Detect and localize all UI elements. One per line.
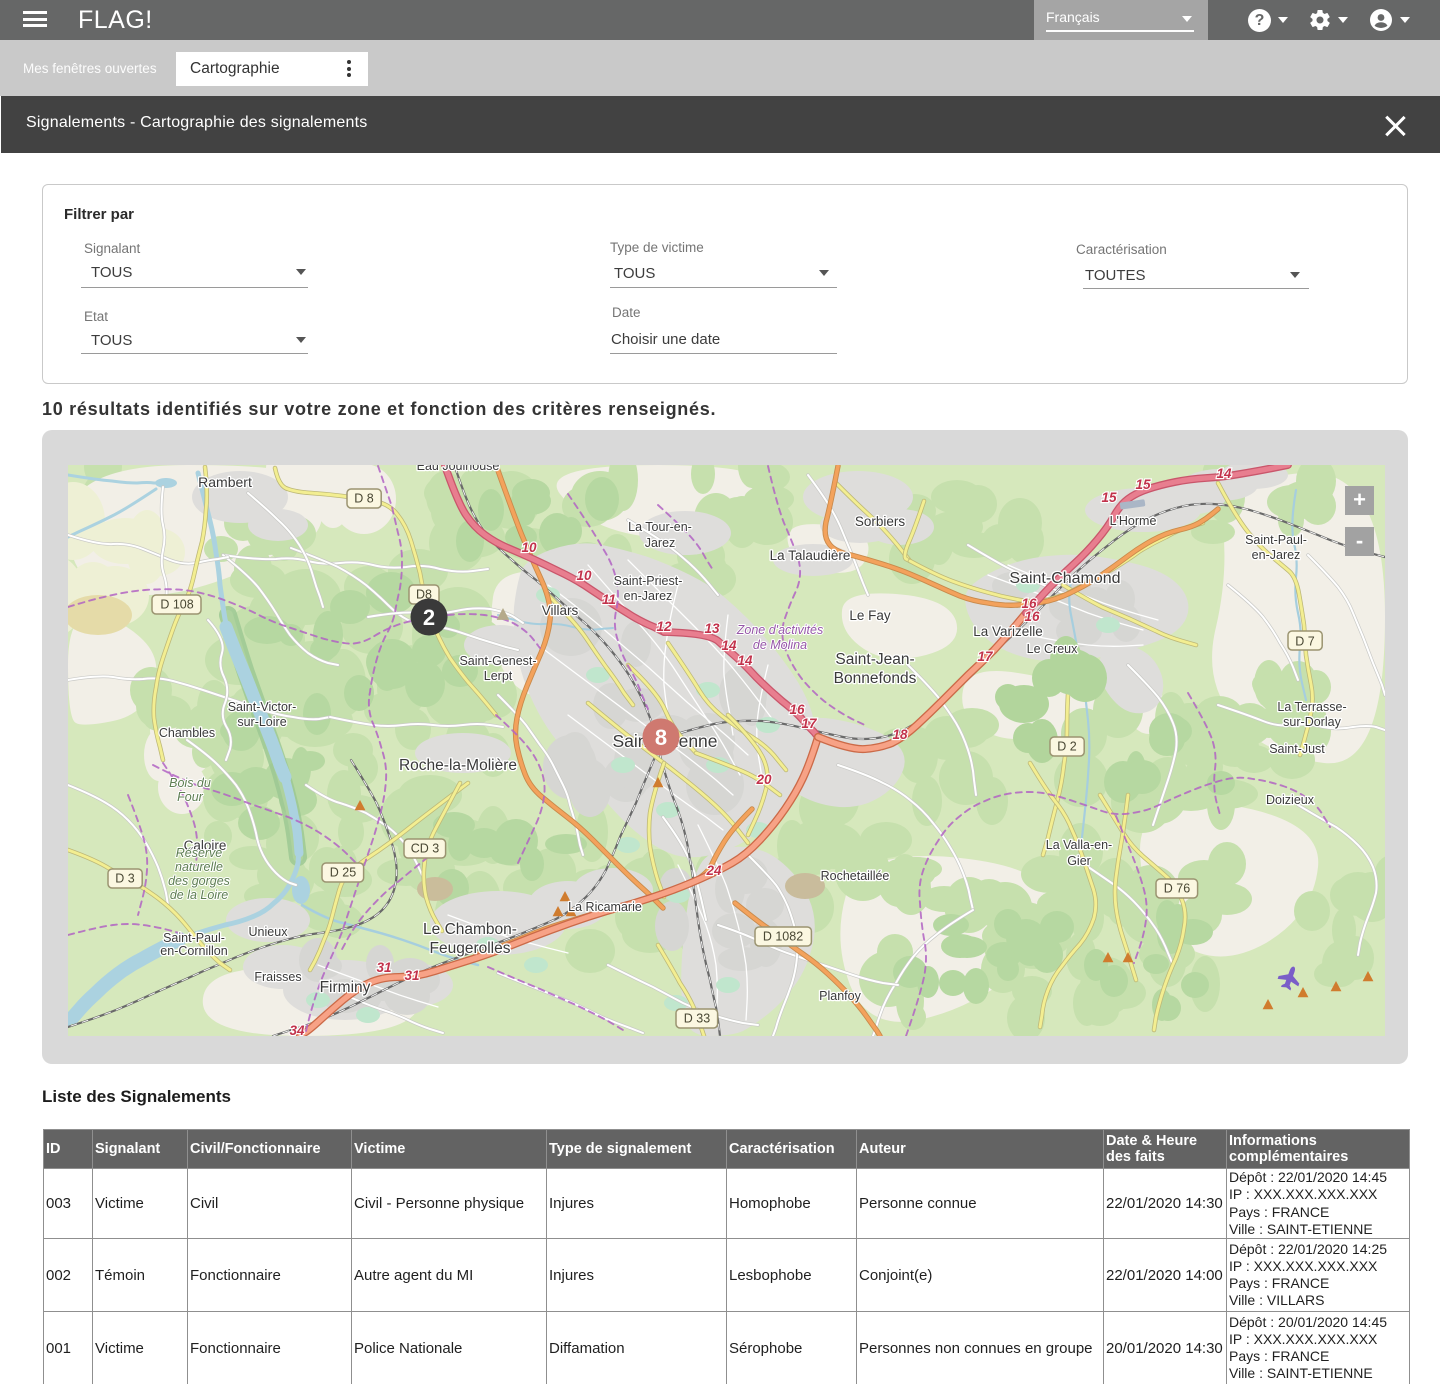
svg-text:CD 3: CD 3 [411,841,440,855]
svg-text:17: 17 [977,649,994,664]
svg-text:Rambert: Rambert [198,474,252,490]
svg-text:Saint-Chamond: Saint-Chamond [1009,570,1120,587]
svg-text:Jarez: Jarez [645,536,676,550]
svg-text:D 25: D 25 [330,865,356,879]
svg-text:Unieux: Unieux [249,925,289,939]
svg-text:12: 12 [656,619,672,634]
svg-text:sur-Loire: sur-Loire [237,715,286,729]
svg-text:D 1082: D 1082 [763,929,803,943]
svg-text:Fraisses: Fraisses [254,970,301,984]
svg-text:Roche-la-Molière: Roche-la-Molière [399,757,517,774]
svg-text:La Terrasse-: La Terrasse- [1277,700,1346,714]
svg-text:Doizieux: Doizieux [1266,793,1315,807]
svg-text:La Varizelle: La Varizelle [973,624,1043,639]
svg-text:Bois du: Bois du [169,776,211,790]
svg-text:Réserve: Réserve [176,846,223,860]
svg-text:en-Cornillon: en-Cornillon [160,944,227,958]
svg-text:Rochetaillée: Rochetaillée [821,869,890,883]
svg-text:en-Jarez: en-Jarez [624,589,673,603]
svg-text:La Ricamarie: La Ricamarie [568,900,642,914]
svg-text:Saint-Paul-: Saint-Paul- [1245,533,1307,547]
svg-text:sur-Dorlay: sur-Dorlay [1283,715,1341,729]
svg-text:Saint-Jean-: Saint-Jean- [835,651,914,668]
svg-text:Saint-Just: Saint-Just [1269,742,1325,756]
svg-text:D 2: D 2 [1057,739,1077,753]
svg-text:Eau Joulhouse: Eau Joulhouse [417,465,500,473]
svg-text:Chambles: Chambles [159,726,215,740]
svg-text:2: 2 [423,605,435,630]
svg-text:Firminy: Firminy [320,979,371,996]
svg-text:15: 15 [1135,477,1151,492]
svg-text:D 3: D 3 [115,871,135,885]
svg-text:Planfoy: Planfoy [819,989,861,1003]
svg-text:18: 18 [892,727,908,742]
svg-text:Le Creux: Le Creux [1027,642,1078,656]
svg-text:14: 14 [721,638,737,653]
svg-text:D 76: D 76 [1164,881,1190,895]
svg-text:11: 11 [602,592,616,607]
svg-text:La Valla-en-: La Valla-en- [1046,838,1112,852]
svg-text:31: 31 [404,968,419,983]
svg-text:31: 31 [376,960,391,975]
svg-text:La Tour-en-: La Tour-en- [628,520,692,534]
svg-text:Lerpt: Lerpt [484,669,513,683]
svg-text:10: 10 [521,540,537,555]
svg-text:Bonnefonds: Bonnefonds [834,670,917,687]
svg-text:13: 13 [704,621,720,636]
svg-text:10: 10 [576,568,592,583]
svg-text:L'Horme: L'Horme [1110,514,1157,528]
svg-text:La Talaudière: La Talaudière [770,548,851,563]
svg-text:Feugerolles: Feugerolles [430,940,511,957]
svg-text:8: 8 [655,725,667,750]
svg-text:D 8: D 8 [354,491,374,505]
svg-text:Zone d'activités: Zone d'activités [736,623,823,637]
svg-text:Saint-Paul-: Saint-Paul- [163,931,225,945]
svg-text:Saint-Priest-: Saint-Priest- [614,574,683,588]
svg-text:Le Fay: Le Fay [849,608,891,623]
svg-text:14: 14 [737,653,753,668]
svg-text:17: 17 [801,716,818,731]
svg-text:de la Loire: de la Loire [170,888,228,902]
svg-text:14: 14 [1216,466,1232,481]
svg-text:en-Jarez: en-Jarez [1252,548,1301,562]
svg-text:16: 16 [1024,609,1040,624]
svg-text:naturelle: naturelle [175,860,223,874]
svg-text:D 108: D 108 [160,597,193,611]
svg-text:16: 16 [789,702,805,717]
svg-text:Saint-Victor-: Saint-Victor- [228,700,297,714]
svg-text:20: 20 [755,772,772,787]
svg-text:34: 34 [289,1023,305,1036]
svg-text:Le Chambon-: Le Chambon- [423,921,517,938]
svg-text:Villars: Villars [542,603,579,618]
svg-text:15: 15 [1101,490,1117,505]
svg-text:Four: Four [177,790,204,804]
svg-text:D 7: D 7 [1295,634,1315,648]
svg-text:D 33: D 33 [684,1011,710,1025]
svg-text:Gier: Gier [1067,854,1091,868]
svg-text:Saint-Genest-: Saint-Genest- [459,654,536,668]
svg-text:24: 24 [705,863,722,878]
svg-text:des gorges: des gorges [168,874,230,888]
svg-text:Sorbiers: Sorbiers [855,514,906,529]
svg-text:de Molina: de Molina [753,638,807,652]
